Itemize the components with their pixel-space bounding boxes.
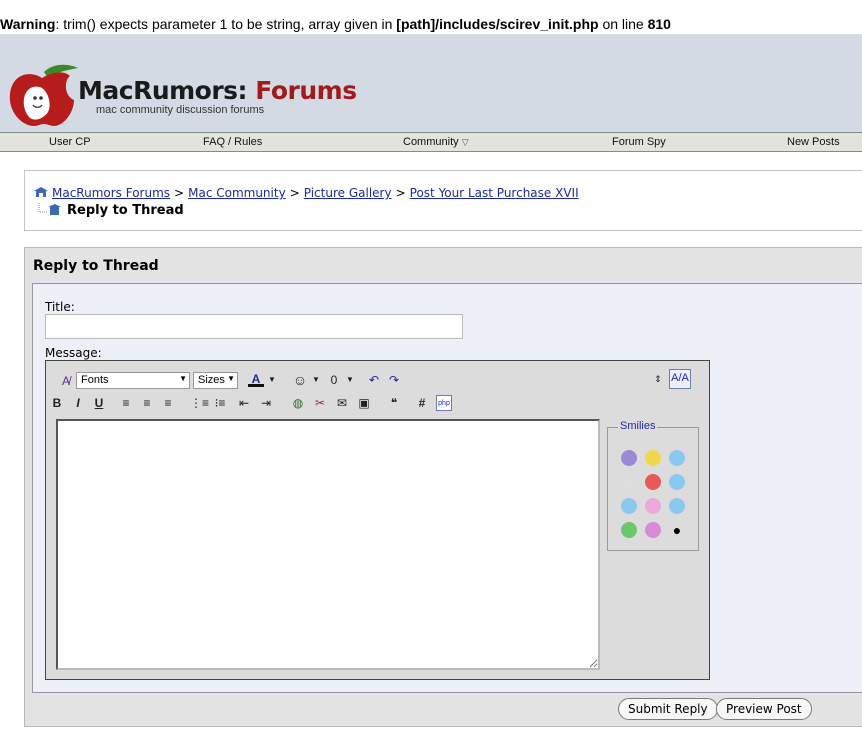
warning-line: 810	[647, 16, 671, 32]
preview-post-button[interactable]: Preview Post	[716, 698, 812, 720]
bold-icon[interactable]: B	[49, 395, 65, 411]
breadcrumb-links: MacRumors Forums > Mac Community > Picture G…	[52, 186, 579, 200]
nav-community-label: Community	[403, 136, 459, 148]
warning-prefix: Warning	[0, 16, 56, 32]
smiley-tongue-icon[interactable]	[645, 498, 661, 514]
smiley-insert-icon[interactable]: ☺	[292, 372, 308, 388]
breadcrumb-separator: >	[174, 186, 185, 200]
chevron-down-icon[interactable]: ▼	[264, 372, 280, 388]
smiley-wink-icon[interactable]	[669, 498, 685, 514]
size-select[interactable]: Sizes ▼	[193, 372, 238, 389]
attachment-icon[interactable]: 0	[326, 372, 342, 388]
reply-form: Title: Message: A̸ Fonts ▼ Sizes ▼ A ▼ ☺…	[32, 283, 862, 693]
smiley-eek-icon[interactable]	[621, 474, 637, 490]
breadcrumb-link-thread[interactable]: Post Your Last Purchase XVII	[410, 186, 579, 200]
nav-new-posts[interactable]: New Posts	[787, 136, 840, 148]
smiley-smile-icon[interactable]	[645, 450, 661, 466]
breadcrumb-link-macrumors-forums[interactable]: MacRumors Forums	[52, 186, 170, 200]
warning-message: : trim() expects parameter 1 to be strin…	[55, 16, 397, 32]
php-warning: Warning: trim() expects parameter 1 to b…	[0, 16, 671, 34]
title-input[interactable]	[45, 314, 463, 339]
smiley-mad-icon[interactable]	[645, 474, 661, 490]
php-code-icon[interactable]: php	[436, 395, 452, 411]
breadcrumb-link-picture-gallery[interactable]: Picture Gallery	[304, 186, 392, 200]
text-color-icon[interactable]: A	[248, 371, 264, 387]
logo-wordmark: MacRumors: Forums	[78, 76, 357, 105]
outdent-icon[interactable]: ⇤	[236, 395, 252, 411]
indent-icon[interactable]: ⇥	[258, 395, 274, 411]
smiley-rolleyes-icon[interactable]	[669, 474, 685, 490]
nav-community[interactable]: Community ▽	[403, 136, 469, 148]
smiley-cool-icon[interactable]	[621, 498, 637, 514]
insert-email-icon[interactable]: ✉	[334, 395, 350, 411]
align-left-icon[interactable]: ≡	[118, 395, 134, 411]
submit-reply-button[interactable]: Submit Reply	[618, 698, 718, 720]
align-right-icon[interactable]: ≡	[160, 395, 176, 411]
code-hash-icon[interactable]: #	[414, 395, 430, 411]
logo-tagline: mac community discussion forums	[96, 104, 265, 116]
switch-mode-icon[interactable]: A/A	[669, 369, 691, 389]
apple-logo-icon	[9, 64, 78, 126]
redo-icon[interactable]: ↷	[386, 372, 402, 388]
smiley-confused-icon[interactable]	[669, 450, 685, 466]
remove-link-icon[interactable]: ✂	[312, 395, 328, 411]
breadcrumb-link-mac-community[interactable]: Mac Community	[188, 186, 286, 200]
insert-image-icon[interactable]: ▣	[356, 395, 372, 411]
underline-icon[interactable]: U	[91, 395, 107, 411]
italic-icon[interactable]: I	[70, 395, 86, 411]
font-select[interactable]: Fonts ▼	[76, 372, 190, 389]
unordered-list-icon[interactable]: ⁝≡	[212, 395, 228, 411]
logo-brand: MacRumors:	[78, 76, 248, 105]
site-header: MacRumors: Forums mac community discussi…	[0, 34, 862, 132]
align-center-icon[interactable]: ≡	[139, 395, 155, 411]
smiley-eek2-icon[interactable]	[645, 522, 661, 538]
nav-user-cp[interactable]: User CP	[49, 136, 91, 148]
chevron-down-icon[interactable]: ▼	[308, 372, 324, 388]
ordered-list-icon[interactable]: ⋮≡	[190, 395, 209, 411]
nav-forum-spy[interactable]: Forum Spy	[612, 136, 666, 148]
smilies-legend: Smilies	[618, 420, 658, 432]
message-editor: A̸ Fonts ▼ Sizes ▼ A ▼ ☺ ▼ 0 ▼ ↶ ↷ ⇕ A/A…	[45, 360, 710, 680]
insert-link-icon[interactable]: ◍	[290, 395, 306, 411]
breadcrumb-separator: >	[289, 186, 300, 200]
resize-icon[interactable]: ⇕	[650, 371, 666, 387]
size-select-value: Sizes	[198, 374, 225, 386]
warning-mid: on line	[598, 16, 648, 32]
chevron-down-icon[interactable]: ▼	[342, 372, 358, 388]
smiley-frown-icon[interactable]	[621, 450, 637, 466]
breadcrumb-current: Reply to Thread	[67, 203, 184, 218]
message-textarea[interactable]	[56, 419, 600, 670]
nav-faq-rules[interactable]: FAQ / Rules	[203, 136, 262, 148]
undo-icon[interactable]: ↶	[366, 372, 382, 388]
forum-home-icon[interactable]	[33, 186, 49, 201]
quote-icon[interactable]: ❝	[386, 395, 402, 411]
panel-title: Reply to Thread	[33, 258, 159, 274]
breadcrumb-separator: >	[395, 186, 406, 200]
tree-branch-icon	[37, 203, 63, 220]
smilies-box: Smilies ●	[607, 420, 699, 551]
breadcrumb: MacRumors Forums > Mac Community > Picture G…	[24, 170, 862, 231]
title-label: Title:	[45, 300, 75, 314]
reply-panel: Reply to Thread Title: Message: A̸ Fonts…	[24, 247, 862, 727]
apple-smiley-icon[interactable]: ●	[669, 522, 685, 538]
main-navbar: User CP FAQ / Rules Community ▽ Forum Sp…	[0, 132, 862, 152]
chevron-down-icon: ▼	[179, 374, 187, 383]
warning-path: [path]/includes/scirev_init.php	[396, 16, 599, 32]
message-label: Message:	[45, 346, 102, 360]
chevron-down-icon: ▽	[461, 137, 469, 147]
chevron-down-icon: ▼	[227, 374, 235, 383]
smiley-grin-icon[interactable]	[621, 522, 637, 538]
remove-format-icon[interactable]: A̸	[58, 373, 74, 389]
logo-brand-accent: Forums	[255, 76, 357, 105]
font-select-value: Fonts	[81, 374, 109, 386]
